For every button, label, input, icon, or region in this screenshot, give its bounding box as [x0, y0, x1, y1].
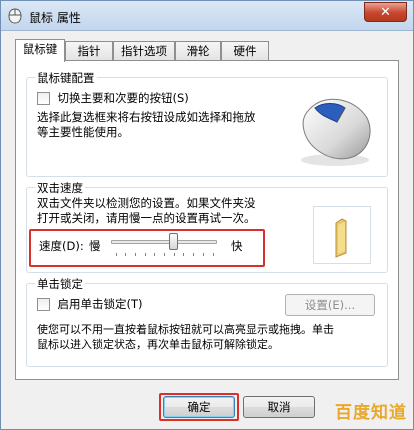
- switch-buttons-checkbox[interactable]: [37, 91, 50, 105]
- title-bar[interactable]: 鼠标 属性 ✕: [1, 1, 413, 31]
- tab-wheel[interactable]: 滑轮: [175, 41, 221, 61]
- switch-buttons-option[interactable]: 切换主要和次要的按钮(S): [37, 90, 189, 106]
- tab-pointers[interactable]: 指针: [65, 41, 113, 61]
- double-click-description: 双击文件夹以检测您的设置。如果文件夹没 打开或关闭，请用慢一点的设置再试一次。: [37, 196, 256, 225]
- tab-pointer-options[interactable]: 指针选项: [113, 41, 175, 61]
- switch-buttons-label: 切换主要和次要的按钮(S): [57, 91, 189, 105]
- ok-button[interactable]: 确定: [163, 396, 235, 418]
- watermark-logo: 百度知道: [335, 403, 407, 423]
- click-lock-description: 使您可以不用一直按着鼠标按钮就可以高亮显示或拖拽。单击 鼠标以进入锁定状态，再次…: [37, 323, 334, 351]
- tab-panel: 鼠标键配置 切换主要和次要的按钮(S) 选择此复选框来将右按钮设成如选择和拖放 …: [15, 60, 399, 380]
- mouse-properties-window: 鼠标 属性 ✕ 鼠标键 指针 指针选项 滑轮 硬件 鼠标键配置 切换主要和次要的…: [0, 0, 414, 430]
- button-config-description: 选择此复选框来将右按钮设成如选择和拖放 等主要性能使用。: [37, 110, 256, 139]
- close-icon: ✕: [380, 4, 391, 20]
- speed-highlight-box: [29, 229, 265, 267]
- tab-mouse-buttons[interactable]: 鼠标键: [15, 39, 65, 62]
- button-config-legend: 鼠标键配置: [35, 70, 97, 86]
- close-button[interactable]: ✕: [364, 2, 407, 22]
- folder-icon: [335, 218, 347, 258]
- click-lock-group: 单击锁定 启用单击锁定(T) 设置(E)... 使您可以不用一直按着鼠标按钮就可…: [26, 276, 388, 367]
- mouse-icon: [7, 8, 23, 24]
- click-lock-settings-button[interactable]: 设置(E)...: [285, 294, 375, 316]
- test-folder-area[interactable]: [313, 206, 371, 264]
- mouse-icon: [293, 88, 377, 168]
- click-lock-legend: 单击锁定: [35, 276, 85, 292]
- window-title: 鼠标 属性: [29, 11, 81, 25]
- click-lock-option[interactable]: 启用单击锁定(T): [37, 296, 143, 312]
- double-click-legend: 双击速度: [35, 180, 85, 196]
- cancel-button[interactable]: 取消: [243, 396, 315, 418]
- tab-hardware[interactable]: 硬件: [221, 41, 269, 61]
- click-lock-label: 启用单击锁定(T): [57, 297, 143, 311]
- button-config-group: 鼠标键配置 切换主要和次要的按钮(S) 选择此复选框来将右按钮设成如选择和拖放 …: [26, 70, 388, 177]
- click-lock-checkbox[interactable]: [37, 297, 50, 311]
